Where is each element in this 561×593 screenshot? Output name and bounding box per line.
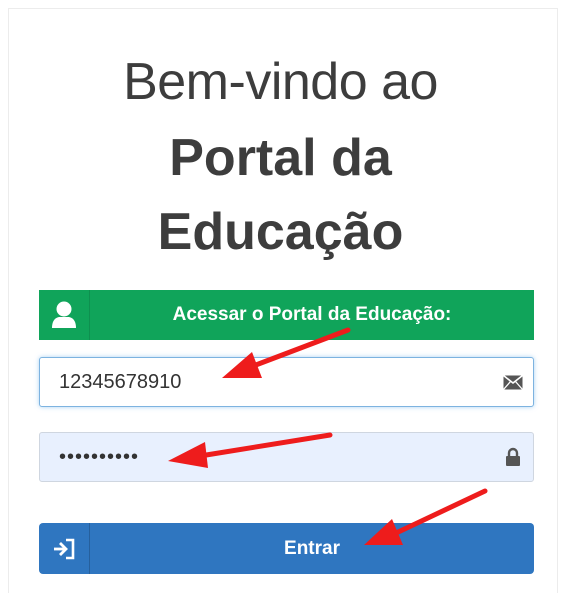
username-input[interactable] <box>40 357 493 407</box>
welcome-heading-line2: Portal da <box>169 129 392 187</box>
sign-in-icon <box>39 523 90 574</box>
lock-icon <box>493 447 533 467</box>
password-input[interactable] <box>40 432 493 482</box>
login-banner-title: Acessar o Portal da Educação: <box>172 304 452 325</box>
login-button[interactable]: Entrar <box>39 523 534 574</box>
password-field[interactable] <box>39 432 534 482</box>
user-icon <box>39 290 90 340</box>
envelope-icon <box>493 374 533 390</box>
login-button-label: Entrar <box>284 537 340 559</box>
username-field[interactable] <box>39 357 534 407</box>
login-banner: Acessar o Portal da Educação: <box>39 290 534 340</box>
welcome-heading-line3: Educação <box>157 203 404 261</box>
welcome-heading-line1: Bem-vindo ao <box>123 53 438 111</box>
